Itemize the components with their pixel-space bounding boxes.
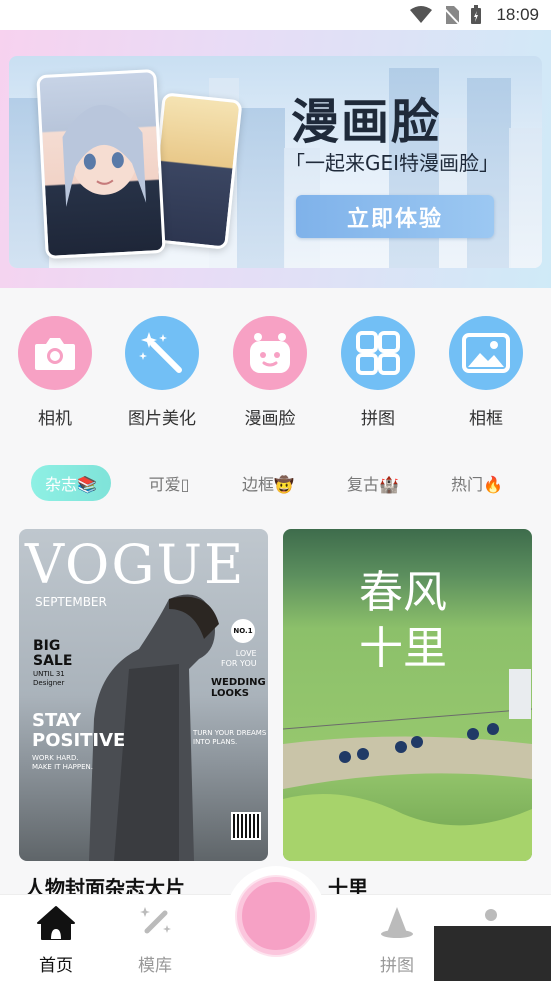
magazine-month: SEPTEMBER — [35, 595, 107, 609]
grid-item-camera[interactable]: 相机 — [5, 316, 105, 429]
photo-frame-icon — [462, 333, 510, 373]
anime-card-front — [36, 68, 166, 260]
nav-label: 拼图 — [380, 956, 414, 976]
magic-wand-icon — [139, 332, 182, 373]
battery-icon — [471, 5, 482, 24]
banner-area: 漫画脸 「一起来GEI特漫画脸」 立即体验 — [0, 30, 551, 288]
category-tabs: 杂志📚 可爱▯ 边框🤠 复古🏰 热门🔥 — [0, 465, 551, 501]
tab-magazine[interactable]: 杂志📚 — [31, 465, 111, 501]
status-time: 18:09 — [496, 5, 539, 24]
capture-button-wrap — [226, 866, 326, 966]
grid-label: 图片美化 — [128, 409, 196, 429]
vogue-masthead: VOGUE — [25, 533, 246, 596]
designer-text: Designer — [33, 679, 65, 687]
grid-item-collage[interactable]: 拼图 — [328, 316, 428, 429]
grid-label: 相框 — [469, 409, 503, 429]
grid-label: 拼图 — [361, 409, 395, 429]
grid-circle — [125, 316, 199, 390]
tab-border[interactable]: 边框🤠 — [228, 465, 308, 501]
barcode — [231, 812, 261, 840]
nav-label: 首页 — [39, 956, 73, 976]
nav-home[interactable]: 首页 — [21, 905, 91, 976]
love-text: LOVE FOR YOU — [221, 649, 257, 668]
grid-item-beautify[interactable]: 图片美化 — [112, 316, 212, 429]
banner-title: 漫画脸 — [291, 94, 442, 150]
try-now-button[interactable]: 立即体验 — [296, 195, 494, 238]
dreams-text: TURN YOUR DREAMS INTO PLANS. — [193, 729, 267, 746]
feature-grid: 相机 图片美化 漫画脸 拼图 相框 — [0, 316, 551, 436]
collage-icon — [356, 331, 400, 375]
corner-overlay — [434, 926, 551, 981]
wizard-hat-icon — [381, 907, 413, 938]
content-card-magazine[interactable]: VOGUE SEPTEMBER BIG SALE UNTIL 31 Design… — [19, 529, 268, 861]
nav-collage[interactable]: 拼图 — [362, 905, 432, 976]
banner-subtitle: 「一起来GEI特漫画脸」 — [285, 151, 500, 175]
grid-circle — [18, 316, 92, 390]
camera-icon — [35, 338, 75, 370]
big-sale-text: BIG SALE — [33, 638, 73, 669]
home-icon — [37, 906, 75, 940]
tab-cute[interactable]: 可爱▯ — [134, 465, 204, 501]
work-hard-text: WORK HARD. MAKE IT HAPPEN. — [32, 754, 94, 771]
no1-badge: NO.1 — [231, 619, 255, 643]
capture-button[interactable] — [237, 877, 315, 955]
no-sim-icon — [442, 6, 461, 25]
tab-hot[interactable]: 热门🔥 — [437, 465, 517, 501]
grid-label: 相机 — [38, 409, 72, 429]
tab-retro[interactable]: 复古🏰 — [333, 465, 413, 501]
grid-circle — [449, 316, 523, 390]
nav-templates[interactable]: 模库 — [120, 905, 190, 976]
stay-positive-text: STAY POSITIVE — [32, 710, 126, 751]
grid-item-frame[interactable]: 相框 — [436, 316, 536, 429]
status-bar: 18:09 — [0, 0, 551, 30]
grid-item-comic-face[interactable]: 漫画脸 — [220, 316, 320, 429]
wifi-icon — [410, 6, 433, 23]
grid-label: 漫画脸 — [244, 409, 296, 429]
nav-label: 模库 — [138, 956, 172, 976]
grid-circle — [233, 316, 307, 390]
grid-circle — [341, 316, 415, 390]
wedding-text: WEDDING LOOKS — [211, 677, 266, 699]
until-text: UNTIL 31 — [33, 670, 65, 678]
magic-wand-icon — [140, 907, 171, 934]
content-card-spring[interactable]: 春风十里 — [283, 529, 532, 861]
robot-face-icon — [250, 333, 290, 373]
promo-banner[interactable]: 漫画脸 「一起来GEI特漫画脸」 立即体验 — [9, 56, 542, 268]
calligraphy-title: 春风十里 — [359, 567, 447, 674]
